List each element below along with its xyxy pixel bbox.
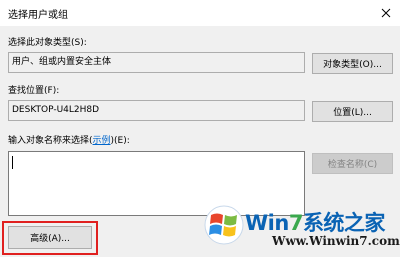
- watermark-url: Www.Winwin7.com: [272, 234, 400, 248]
- close-button[interactable]: [372, 0, 400, 26]
- locations-button[interactable]: 位置(L)...: [312, 101, 393, 122]
- title-bar: 选择用户或组: [0, 0, 400, 26]
- window-title: 选择用户或组: [8, 10, 68, 21]
- watermark-brand: Win7系统之家: [245, 207, 385, 237]
- watermark-brand-text: 系统之家: [302, 211, 386, 235]
- watermark-brand-seven: 7: [288, 211, 304, 235]
- examples-link[interactable]: 示例: [93, 136, 111, 146]
- location-label: 查找位置(F):: [8, 86, 60, 96]
- win7-watermark-logo: Win7系统之家 Www.Winwin7.com: [200, 203, 400, 257]
- close-icon: [381, 8, 391, 18]
- highlight-box: [2, 221, 98, 255]
- enter-names-label-text: 输入对象名称来选择(: [8, 136, 93, 146]
- object-type-field: 用户、组或内置安全主体: [8, 52, 305, 73]
- select-users-or-groups-dialog: 选择用户或组 选择此对象类型(S): 用户、组或内置安全主体 对象类型(O)..…: [0, 0, 400, 257]
- object-type-label: 选择此对象类型(S):: [8, 38, 87, 48]
- enter-names-label-shortcut: )(E):: [110, 136, 130, 146]
- windows-flag-icon: [204, 205, 244, 245]
- check-names-button[interactable]: 检查名称(C): [312, 153, 393, 174]
- text-caret: [12, 156, 13, 169]
- watermark-brand-win: Win: [245, 211, 289, 235]
- object-types-button[interactable]: 对象类型(O)...: [312, 53, 393, 74]
- enter-names-label: 输入对象名称来选择(示例)(E):: [8, 133, 130, 146]
- location-field: DESKTOP-U4L2H8D: [8, 100, 305, 121]
